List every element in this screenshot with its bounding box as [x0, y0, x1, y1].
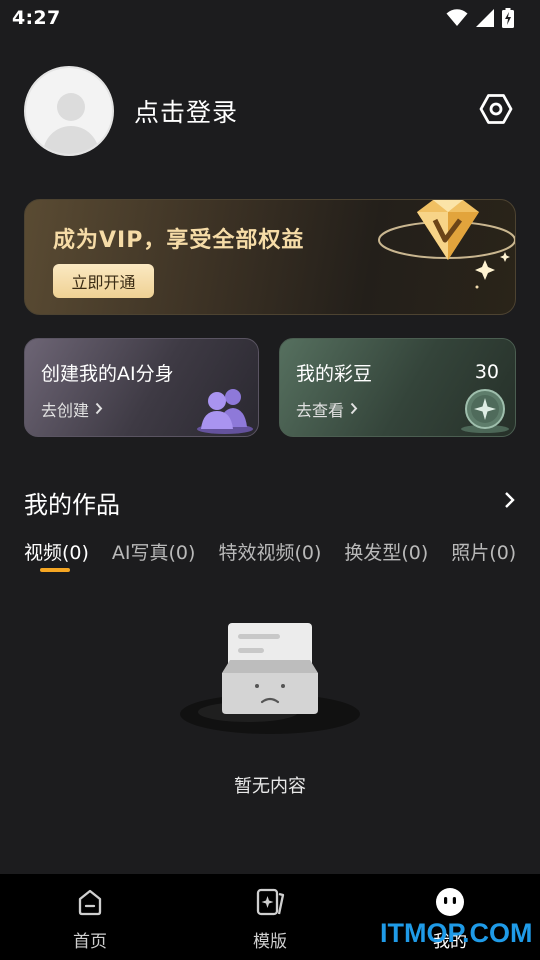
beans-view-link[interactable]: 去查看: [296, 397, 358, 421]
signal-icon: [476, 9, 494, 27]
chevron-right-icon: [350, 400, 358, 419]
chevron-right-icon: [95, 400, 103, 419]
bean-coin-icon: [458, 385, 512, 436]
vip-banner[interactable]: 成为VIP，享受全部权益 立即开通: [24, 199, 516, 315]
tab-effect-video[interactable]: 特效视频(0): [218, 535, 321, 565]
profile-header: 点击登录: [24, 66, 516, 156]
nav-profile[interactable]: 我的: [360, 874, 540, 960]
chevron-right-icon[interactable]: [504, 491, 516, 513]
tab-ai-portrait[interactable]: AI写真(0): [112, 535, 196, 565]
settings-hexagon-icon: [479, 92, 513, 130]
battery-charging-icon: [502, 8, 514, 28]
my-works-title: 我的作品: [24, 490, 120, 519]
empty-state-text: 暂无内容: [234, 776, 306, 797]
works-tabs: 视频(0) AI写真(0) 特效视频(0) 换发型(0) 照片(0): [24, 535, 534, 575]
nav-home-label: 首页: [73, 932, 107, 952]
nav-template[interactable]: 模版: [180, 874, 360, 960]
beans-view-label: 去查看: [296, 401, 345, 420]
tab-hairstyle[interactable]: 换发型(0): [344, 535, 428, 565]
bottom-navigation: 首页 模版 我的: [0, 874, 540, 960]
ai-avatar-card-title: 创建我的AI分身: [41, 363, 174, 385]
status-bar: 4:27: [0, 0, 540, 36]
avatar[interactable]: [24, 66, 114, 156]
tab-photo[interactable]: 照片(0): [451, 535, 516, 565]
home-icon: [75, 887, 105, 921]
beans-card-title: 我的彩豆: [296, 363, 373, 385]
vip-diamond-icon: [365, 200, 515, 314]
status-time: 4:27: [12, 7, 61, 29]
ai-avatar-create-label: 去创建: [41, 401, 90, 420]
ai-avatar-create-link[interactable]: 去创建: [41, 397, 103, 421]
my-works-header[interactable]: 我的作品: [24, 483, 516, 521]
ai-avatar-figures-icon: [195, 383, 255, 436]
wifi-icon: [446, 9, 468, 27]
profile-face-icon: [434, 887, 466, 921]
beans-count: 30: [474, 361, 499, 383]
status-icons: [446, 8, 514, 28]
active-tab-indicator: [40, 568, 70, 572]
nav-home[interactable]: 首页: [0, 874, 180, 960]
vip-open-button[interactable]: 立即开通: [53, 264, 154, 298]
template-icon: [254, 887, 286, 921]
ai-avatar-card[interactable]: 创建我的AI分身 去创建: [24, 338, 259, 437]
tab-video[interactable]: 视频(0): [24, 535, 89, 565]
nav-profile-label: 我的: [433, 932, 467, 952]
beans-card[interactable]: 我的彩豆 30 去查看: [279, 338, 516, 437]
login-link[interactable]: 点击登录: [134, 93, 238, 129]
vip-banner-title: 成为VIP，享受全部权益: [53, 228, 305, 253]
empty-box-icon: [178, 618, 362, 742]
nav-template-label: 模版: [253, 932, 287, 952]
settings-button[interactable]: [476, 91, 516, 131]
